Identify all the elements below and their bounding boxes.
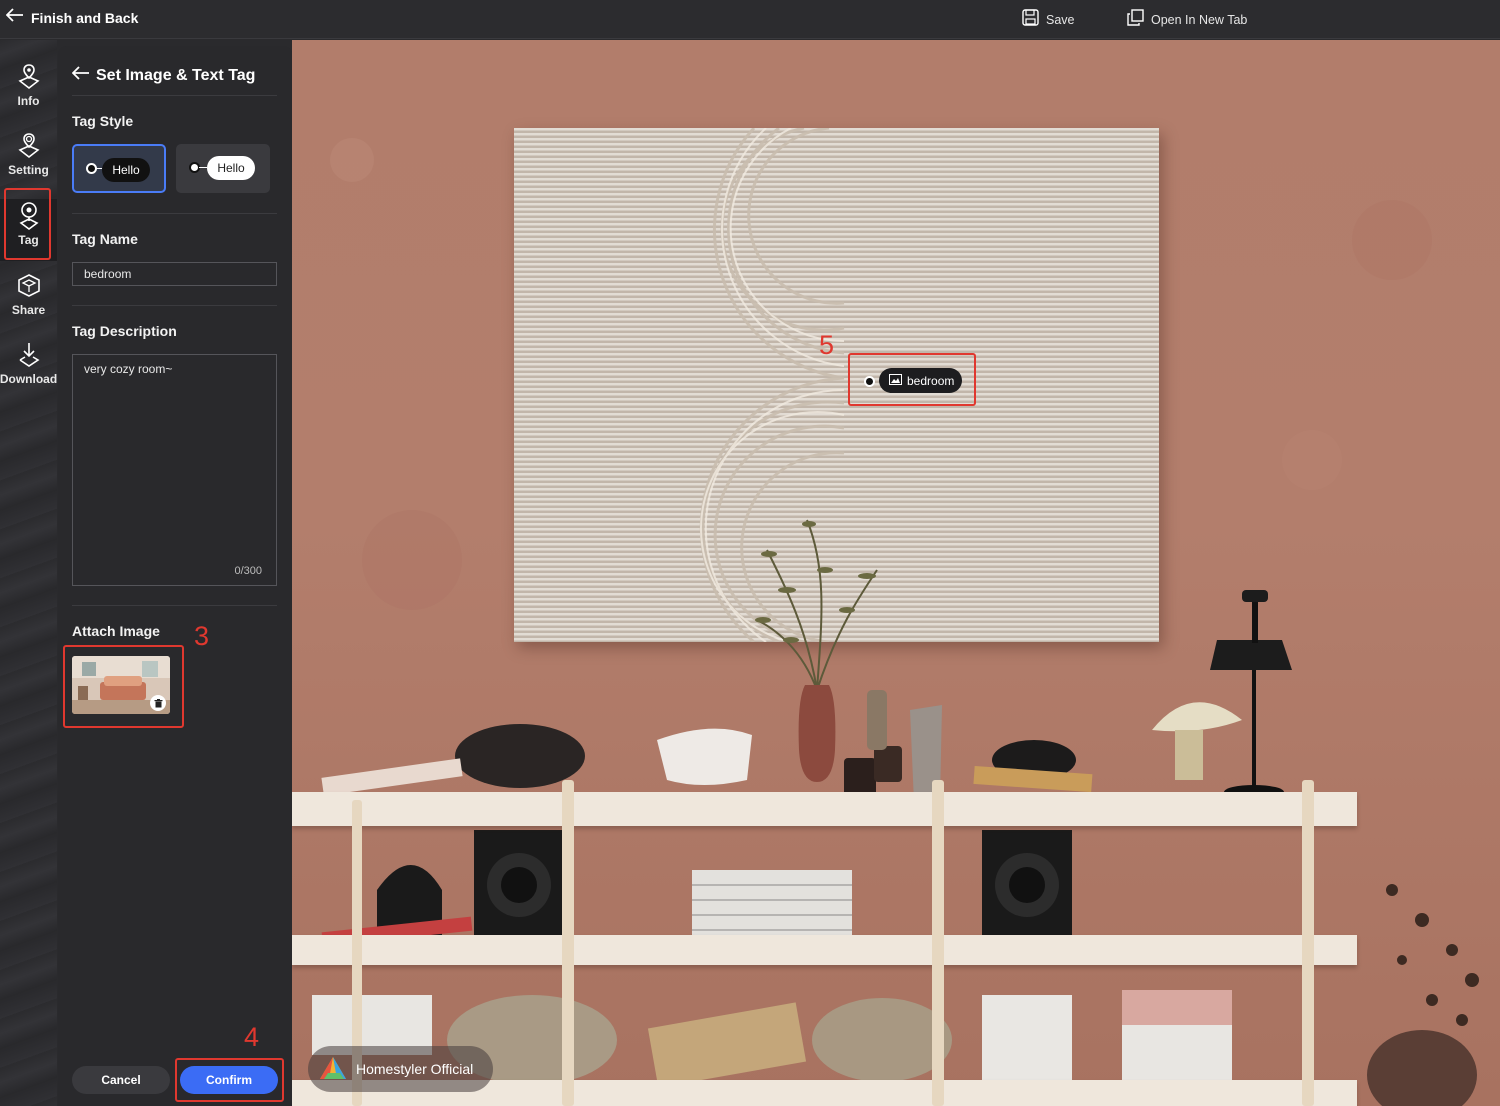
panel-back-button[interactable]: Set Image & Text Tag [71,66,256,85]
rail-item-share[interactable]: Share [0,269,57,331]
homestyler-brand-badge: Homestyler Official [308,1046,493,1092]
divider [72,605,277,606]
rail-item-download[interactable]: Download [0,338,57,400]
tag-style-option-dark[interactable]: Hello [72,144,166,193]
open-in-new-tab-label: Open In New Tab [1151,13,1248,27]
hotspot-highlight-box [848,353,976,406]
character-counter: 0/300 [234,565,262,577]
attach-image-title: Attach Image [72,623,160,639]
info-icon [16,60,42,94]
tag-style-option-light[interactable]: Hello [176,144,270,193]
finish-and-back-label: Finish and Back [31,9,139,26]
annotation-5: 5 [819,330,835,360]
share-icon [16,269,42,303]
tag-description-text: very cozy room~ [84,362,173,376]
shelf-top [292,792,1357,826]
arrow-left-icon [71,66,90,85]
shelf-post [932,780,944,1106]
tag-description-title: Tag Description [72,323,177,339]
rail-item-setting[interactable]: Setting [0,129,57,191]
rail-item-info[interactable]: Info [0,60,57,122]
tag-style-preview-light: Hello [207,156,255,180]
rail-item-info-label: Info [17,94,40,108]
rail-item-share-label: Share [11,303,46,317]
cancel-button[interactable]: Cancel [72,1066,170,1094]
save-button[interactable]: Save [1022,9,1075,31]
divider [72,95,277,96]
tag-description-textarea[interactable]: very cozy room~ 0/300 [72,354,277,586]
divider [72,305,277,306]
shelf-post [1302,780,1314,1106]
panel-title: Set Image & Text Tag [96,66,256,84]
tag-rail-highlight-box [4,188,51,260]
tag-connector [199,167,207,168]
scene-canvas[interactable]: bedroom Homestyler Official [292,40,1500,1106]
attach-image-highlight-box [63,645,184,728]
shelf-post [562,780,574,1106]
save-icon [1022,9,1039,31]
confirm-highlight-box [175,1058,284,1102]
divider [72,213,277,214]
download-icon [16,338,42,372]
tag-settings-panel: Set Image & Text Tag Tag Style Hello Hel… [58,46,292,1106]
tag-style-title: Tag Style [72,113,134,129]
top-bar: Finish and Back Save Open In New Tab [0,0,1500,39]
rail-item-setting-label: Setting [8,163,49,177]
tag-name-title: Tag Name [72,231,138,247]
open-new-tab-icon [1127,9,1144,31]
annotation-3: 3 [194,621,210,651]
homestyler-logo-icon [318,1053,348,1086]
rail-item-download-label: Download [0,372,58,386]
open-in-new-tab-button[interactable]: Open In New Tab [1127,9,1247,31]
homestyler-label: Homestyler Official [356,1061,474,1077]
tag-style-preview-dark: Hello [102,158,150,182]
setting-icon [16,129,42,163]
finish-and-back-button[interactable]: Finish and Back [5,8,139,27]
tag-name-input[interactable] [72,262,277,286]
annotation-4: 4 [244,1022,260,1052]
arrow-left-icon [5,8,24,27]
save-label: Save [1046,13,1075,27]
shelf-middle [292,935,1357,965]
